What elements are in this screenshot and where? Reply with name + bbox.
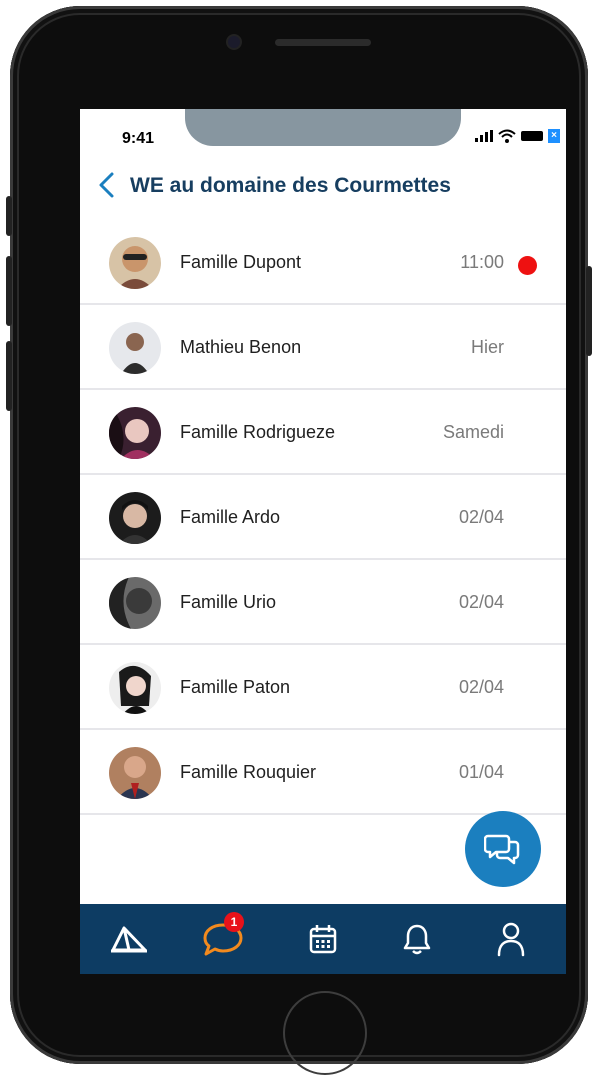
volume-down-button	[6, 341, 12, 411]
front-camera	[228, 36, 240, 48]
power-button	[586, 266, 592, 356]
unread-indicator	[518, 256, 537, 275]
avatar	[109, 577, 161, 629]
conversation-name: Famille Urio	[180, 592, 277, 612]
avatar	[109, 407, 161, 459]
status-time: 9:41	[122, 130, 155, 147]
earpiece-speaker	[275, 39, 371, 46]
tab-calendar[interactable]	[300, 916, 346, 962]
conversation-time: 02/04	[458, 592, 504, 612]
conversation-name: Famille Ardo	[180, 507, 281, 527]
conversation-name: Famille Rouquier	[180, 762, 317, 782]
conversation-time: Samedi	[442, 422, 504, 442]
status-icons: ×	[475, 129, 560, 143]
conversation-time: 02/04	[458, 507, 504, 527]
conversation-name: Mathieu Benon	[180, 337, 302, 357]
conversation-name: Famille Paton	[180, 677, 291, 697]
conversation-time: 11:00	[460, 252, 504, 272]
signal-icon	[475, 130, 493, 142]
unread-badge: 1	[224, 912, 244, 932]
tab-messages[interactable]: 1	[200, 912, 246, 962]
battery-icon	[521, 131, 543, 141]
page-header: WE au domaine des Courmettes	[80, 165, 566, 207]
home-button[interactable]	[283, 991, 367, 1075]
page-title: WE au domaine des Courmettes	[130, 174, 451, 197]
avatar	[109, 237, 161, 289]
phone-frame: 9:41 × WE au domaine des Courmettes Fami…	[6, 6, 592, 1075]
bell-icon	[403, 924, 431, 955]
tab-profile[interactable]	[488, 916, 534, 962]
app-screen: 9:41 × WE au domaine des Courmettes Fami…	[80, 109, 566, 974]
mute-switch	[6, 196, 12, 236]
tab-notifications[interactable]	[394, 916, 440, 962]
conversation-row[interactable]: Famille Dupont 11:00	[80, 221, 566, 305]
close-icon[interactable]: ×	[548, 129, 560, 143]
conversation-row[interactable]: Famille Urio 02/04	[80, 561, 566, 645]
wifi-icon	[498, 129, 516, 143]
profile-icon	[497, 922, 525, 957]
calendar-icon	[309, 925, 337, 954]
conversation-time: Hier	[470, 337, 504, 357]
camp-icon	[111, 926, 147, 953]
conversation-time: 02/04	[458, 677, 504, 697]
conversation-row[interactable]: Famille Paton 02/04	[80, 646, 566, 730]
volume-up-button	[6, 256, 12, 326]
avatar	[109, 322, 161, 374]
chat-bubbles-icon	[484, 834, 520, 865]
conversation-row[interactable]: Mathieu Benon Hier	[80, 306, 566, 390]
new-message-button[interactable]	[465, 811, 541, 887]
conversation-row[interactable]: Famille Rouquier 01/04	[80, 731, 566, 815]
bottom-tab-bar: 1	[80, 904, 566, 974]
conversation-row[interactable]: Famille Rodrigueze Samedi	[80, 391, 566, 475]
avatar	[109, 492, 161, 544]
back-chevron-icon[interactable]	[96, 171, 118, 199]
conversation-row[interactable]: Famille Ardo 02/04	[80, 476, 566, 560]
notch	[185, 109, 461, 146]
conversation-name: Famille Rodrigueze	[180, 422, 336, 442]
conversation-time: 01/04	[458, 762, 504, 782]
conversation-name: Famille Dupont	[180, 252, 302, 272]
conversation-list: Famille Dupont 11:00 Mathieu Benon Hier …	[80, 221, 566, 816]
tab-camp[interactable]	[106, 916, 152, 962]
avatar	[109, 747, 161, 799]
avatar	[109, 662, 161, 714]
